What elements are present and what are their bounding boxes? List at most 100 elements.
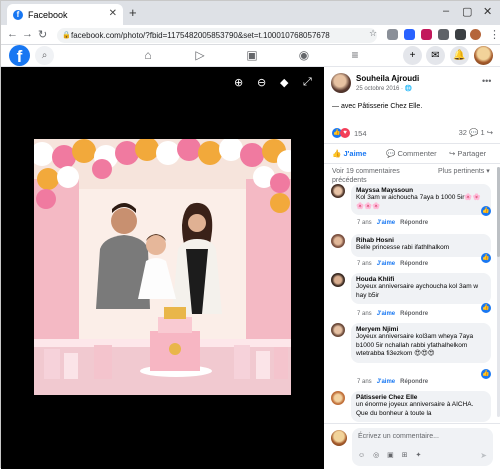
commenter-avatar[interactable]: [331, 273, 345, 287]
menu-icon[interactable]: ≡: [347, 48, 363, 62]
facebook-favicon-icon: f: [13, 9, 23, 20]
commenter-avatar[interactable]: [331, 184, 345, 198]
comment-text: Joyeux anniversaire kol3am wheya 7aya b1…: [356, 333, 474, 357]
close-window-icon[interactable]: ✕: [483, 5, 492, 18]
extension-icon[interactable]: [421, 29, 432, 40]
comment-bubble: Rihab Hosni Belle princesse rabi ifathlh…: [351, 234, 491, 257]
comment-reply-link[interactable]: Répondre: [400, 220, 428, 226]
bookmark-star-icon[interactable]: ☆: [369, 28, 377, 39]
comment-sort-dropdown[interactable]: Plus pertinents ▾: [438, 167, 494, 176]
puzzle-icon[interactable]: [438, 29, 449, 40]
commenter-avatar[interactable]: [331, 323, 345, 337]
comment-reply-link[interactable]: Répondre: [400, 261, 428, 267]
comment-meta: 7 ans J'aime Répondre: [357, 379, 428, 385]
comment-count: 32: [458, 128, 467, 137]
comment-bubble: Meryem Njimi Joyeux anniversaire kol3am …: [351, 323, 491, 363]
account-avatar[interactable]: [474, 46, 493, 65]
new-tab-button[interactable]: +: [129, 5, 137, 20]
share-count: 1: [480, 128, 485, 137]
comment-like-link[interactable]: J'aime: [377, 311, 395, 317]
view-previous-comments[interactable]: Voir 19 commentaires précédents: [332, 167, 432, 185]
commenter-name[interactable]: Mayssa Mayssoun: [356, 187, 486, 194]
reaction-count: 154: [354, 128, 367, 138]
minimize-icon[interactable]: –: [443, 5, 449, 17]
comment-text: Kol 3am w aichoucha 7aya b 1000 5ir🌸🌸🌸🌸🌸: [356, 194, 481, 210]
comment-like-link[interactable]: J'aime: [377, 261, 395, 267]
post-caption: — avec Pâtisserie Chez Elle.: [332, 103, 423, 110]
tab-facebook[interactable]: f Facebook ✕: [7, 4, 123, 25]
send-icon[interactable]: ➤: [480, 451, 487, 460]
comment-like-badge-icon: 👍: [481, 369, 491, 379]
comment-like-badge-icon: 👍: [481, 303, 491, 313]
close-tab-icon[interactable]: ✕: [109, 8, 117, 19]
url-field[interactable]: 🔒 facebook.com/photo/?fbid=1175482005853…: [57, 28, 377, 43]
comment-input[interactable]: Écrivez un commentaire... ☺ ◎ ▣ ⊞ ✦ ➤: [352, 428, 493, 466]
messenger-icon[interactable]: ✉: [426, 46, 445, 65]
comments-header: Voir 19 commentaires précédents Plus per…: [332, 167, 497, 185]
groups-icon[interactable]: ◉: [296, 48, 312, 62]
like-button-label: J'aime: [343, 149, 367, 158]
home-icon[interactable]: ⌂: [140, 48, 156, 62]
create-icon[interactable]: +: [403, 46, 422, 65]
reload-icon[interactable]: ↻: [38, 28, 47, 41]
facebook-logo[interactable]: f: [9, 45, 30, 66]
author-name[interactable]: Souheila Ajroudi: [356, 74, 419, 83]
comment-meta: 7 ans J'aime Répondre: [357, 261, 428, 267]
composer-tool-icons[interactable]: ☺ ◎ ▣ ⊞ ✦: [358, 451, 424, 459]
extension-icon[interactable]: [387, 29, 398, 40]
browser-menu-icon[interactable]: ⋮: [489, 28, 500, 41]
post-photo: [34, 139, 291, 395]
commenter-name[interactable]: Pâtisserie Chez Elle: [356, 394, 486, 401]
tab-title: Facebook: [28, 9, 68, 20]
author-avatar[interactable]: [331, 73, 351, 93]
tag-icon[interactable]: ◆: [280, 76, 288, 89]
globe-icon: 🌐: [404, 86, 413, 92]
more-options-icon[interactable]: •••: [482, 76, 491, 86]
browser-window: f Facebook ✕ + – ▢ ✕ ← → ↻ 🔒 facebook.co…: [0, 0, 500, 469]
post-date: 25 octobre 2016 · 🌐: [356, 85, 412, 92]
comment-like-badge-icon: 👍: [481, 253, 491, 263]
current-user-avatar: [331, 430, 347, 446]
profile-avatar[interactable]: [470, 29, 481, 40]
sidebar-icon[interactable]: [455, 29, 466, 40]
tab-bar: f Facebook ✕ + – ▢ ✕: [1, 1, 500, 25]
marketplace-icon[interactable]: ▣: [244, 48, 260, 62]
maximize-icon[interactable]: ▢: [462, 5, 472, 18]
like-button[interactable]: 👍 J'aime: [332, 149, 367, 158]
comment-bubble: Houda Khlifi Joyeux anniversaire aychouc…: [351, 273, 491, 304]
watch-icon[interactable]: ▷: [192, 48, 208, 62]
zoom-out-icon[interactable]: ⊖: [257, 76, 266, 89]
comment-like-link[interactable]: J'aime: [377, 379, 395, 385]
commenter-avatar[interactable]: [331, 234, 345, 248]
commenter-name[interactable]: Houda Khlifi: [356, 276, 486, 283]
post-stats[interactable]: 32 💬 1 ↪: [459, 128, 493, 137]
commenter-name[interactable]: Meryem Njimi: [356, 326, 486, 333]
back-icon[interactable]: ←: [7, 28, 18, 40]
fullscreen-icon[interactable]: ⤢: [303, 76, 312, 89]
comment-like-badge-icon: 👍: [481, 206, 491, 216]
zoom-in-icon[interactable]: ⊕: [234, 76, 243, 89]
forward-icon[interactable]: →: [22, 28, 33, 40]
comment-count-icon: 💬: [469, 128, 479, 137]
comment-placeholder: Écrivez un commentaire...: [358, 433, 439, 440]
lock-icon: 🔒: [62, 32, 71, 39]
comment-reply-link[interactable]: Répondre: [400, 379, 428, 385]
address-bar: ← → ↻ 🔒 facebook.com/photo/?fbid=1175482…: [1, 25, 500, 45]
search-icon[interactable]: ⌕: [35, 46, 54, 65]
share-button[interactable]: ↪ Partager: [449, 149, 486, 158]
thumbs-up-icon: 👍: [332, 149, 342, 158]
love-reaction-icon: ♥: [340, 128, 350, 138]
extension-icon[interactable]: [404, 29, 415, 40]
commenter-avatar[interactable]: [331, 391, 345, 405]
post-date-text: 25 octobre 2016 ·: [356, 86, 405, 92]
comment-bubble: Pâtisserie Chez Elle un énorme joyeux an…: [351, 391, 491, 422]
commenter-name[interactable]: Rihab Hosni: [356, 237, 486, 244]
post-details-panel: Souheila Ajroudi 25 octobre 2016 · 🌐 •••…: [324, 67, 500, 469]
share-button-label: Partager: [457, 149, 487, 158]
comment-text: Joyeux anniversaire aychoucha kol 3am w …: [356, 283, 479, 299]
comment-like-link[interactable]: J'aime: [377, 220, 395, 226]
comment-reply-link[interactable]: Répondre: [400, 311, 428, 317]
comment-button[interactable]: 💬 Commenter: [386, 149, 437, 158]
reaction-summary[interactable]: 👍 ♥ 154: [332, 128, 367, 138]
notifications-icon[interactable]: 🔔: [450, 46, 469, 65]
